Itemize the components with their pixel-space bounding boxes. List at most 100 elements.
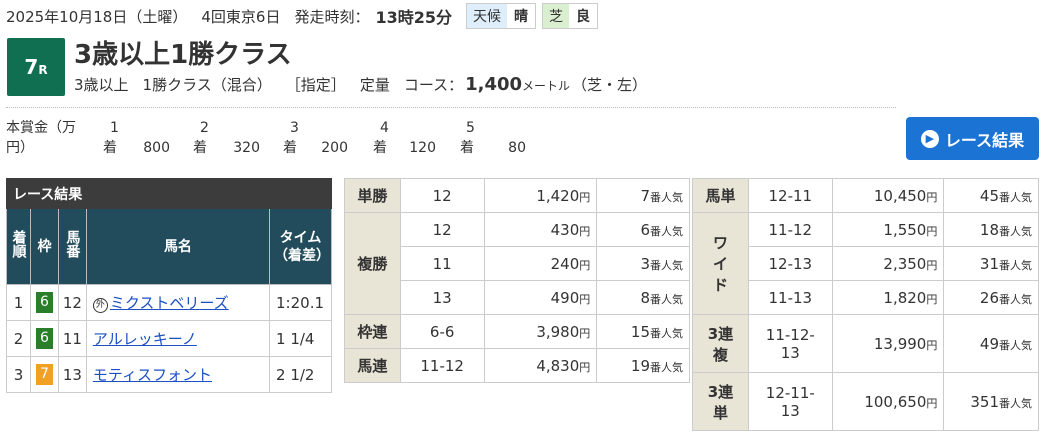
bet-type: 複勝 (344, 212, 401, 315)
race-date: 2025年10月18日（土曜） (6, 7, 188, 26)
yen-unit: 円 (579, 258, 591, 272)
popularity-unit: 番人気 (650, 326, 683, 340)
race-number: 7 (24, 55, 39, 79)
umaban: 12 (57, 284, 87, 321)
horse-name-link[interactable]: モティスフォント (93, 366, 212, 384)
popularity-value: 15 (630, 322, 650, 341)
rank: 2 (6, 320, 31, 357)
amount-value: 2,350 (883, 254, 927, 273)
combination: 11-13 (747, 280, 833, 315)
prize-chaku-2: 着 (193, 140, 207, 156)
col-waku: 枠 (29, 208, 59, 285)
horse-name-link[interactable]: ミクストベリーズ (110, 294, 229, 312)
popularity-value: 31 (979, 254, 999, 273)
popularity: 26番人気 (943, 280, 1039, 315)
prize-rank-5: 5 (466, 120, 475, 136)
yen-unit: 円 (926, 338, 938, 352)
combination: 11-12-13 (747, 314, 833, 373)
bet-type: 馬連 (344, 348, 401, 383)
kaisai: 4回東京6日 (201, 7, 281, 26)
prize-label: 本賞金（万円） (6, 120, 76, 156)
combination: 13 (399, 280, 485, 315)
race-info-line: 2025年10月18日（土曜） 4回東京6日 発走時刻： 13時25分 天候 晴… (6, 3, 604, 29)
yen-unit: 円 (579, 190, 591, 204)
col-umaban-label: 馬番 (64, 230, 81, 258)
yen-unit: 円 (579, 292, 591, 306)
popularity-unit: 番人気 (999, 224, 1032, 238)
combination: 11-12 (747, 212, 833, 247)
start-time-label: 発走時刻： (294, 7, 370, 26)
race-designation: ［指定］ (285, 76, 346, 94)
track-value: 良 (569, 4, 598, 28)
waku-cell: 6 (29, 284, 59, 321)
yen-unit: 円 (579, 326, 591, 340)
course-label: コース： (403, 76, 464, 94)
horse-name-link[interactable]: アルレッキーノ (93, 330, 197, 348)
payout-row: 3連単 12-11-13 100,650円 351番人気 (692, 372, 1039, 431)
race-result-button[interactable]: ▶ レース結果 (906, 117, 1039, 160)
margin: 1 1/4 (269, 320, 332, 357)
popularity-unit: 番人気 (650, 258, 683, 272)
col-rank-label: 着順 (10, 230, 27, 258)
popularity-unit: 番人気 (650, 292, 683, 306)
popularity-value: 26 (979, 288, 999, 307)
race-conditions: 3歳以上 1勝クラス（混合） ［指定］ 定量 コース： 1,400 メートル （… (74, 74, 647, 95)
table-row: 2 6 11 アルレッキーノ 1 1/4 (6, 320, 332, 357)
combination: 12 (399, 178, 485, 213)
popularity: 3番人気 (596, 246, 690, 281)
race-result-button-label: レース結果 (944, 130, 1025, 150)
bet-type: 3連複 (692, 314, 749, 373)
prize-value-2: 320 (233, 140, 260, 156)
combination: 11 (399, 246, 485, 281)
col-rank: 着順 (6, 208, 31, 285)
combination: 12-11-13 (747, 372, 833, 431)
distance-unit: メートル (522, 79, 571, 93)
prize-value-3: 200 (321, 140, 348, 156)
combination: 12-13 (747, 246, 833, 281)
horse-name-cell: 外ミクストベリーズ (85, 284, 271, 321)
payout-amount: 2,350円 (831, 246, 945, 281)
amount-value: 1,420 (536, 186, 580, 205)
umaban: 11 (57, 320, 87, 357)
horse-name-cell: アルレッキーノ (85, 320, 271, 357)
track-condition-badge: 芝 良 (542, 3, 599, 29)
umaban: 13 (57, 356, 87, 393)
waku-badge: 6 (35, 292, 53, 313)
prize-chaku-5: 着 (460, 140, 474, 156)
payout-amount: 4,830円 (483, 348, 598, 383)
popularity-value: 7 (640, 186, 650, 205)
payout-row: 枠連 6-6 3,980円 15番人気 (344, 314, 690, 349)
payout-amount: 1,550円 (831, 212, 945, 247)
race-number-suffix: R (38, 63, 48, 77)
race-time: 1:20.1 (269, 284, 332, 321)
course-type: （芝・左） (572, 76, 648, 94)
yen-unit: 円 (579, 360, 591, 374)
payout-amount: 240円 (483, 246, 598, 281)
result-table: レース結果 着順 枠 馬番 馬名 タイム（着差） 1 6 12 外ミクストベリー… (6, 178, 332, 393)
popularity-unit: 番人気 (650, 190, 683, 204)
popularity-unit: 番人気 (650, 360, 683, 374)
col-time: タイム（着差） (269, 208, 332, 285)
popularity-value: 3 (640, 254, 650, 273)
payout-table-right: 馬単 12-11 10,450円 45番人気 ワイド 11-12 1,550円 … (692, 178, 1039, 431)
col-horse-name: 馬名 (85, 208, 271, 285)
bet-type: 3連単 (692, 372, 749, 431)
payout-amount: 1,820円 (831, 280, 945, 315)
popularity: 31番人気 (943, 246, 1039, 281)
yen-unit: 円 (926, 190, 938, 204)
prize-rank-2: 2 (200, 120, 209, 136)
prize-rank-4: 4 (380, 120, 389, 136)
popularity: 8番人気 (596, 280, 690, 315)
course-info: コース： 1,400 メートル （芝・左） (404, 74, 647, 95)
popularity-unit: 番人気 (650, 224, 683, 238)
bet-type: ワイド (692, 212, 749, 315)
waku-cell: 6 (29, 320, 59, 357)
yen-unit: 円 (579, 224, 591, 238)
payout-amount: 1,420円 (483, 178, 598, 213)
horse-name-cell: モティスフォント (85, 356, 271, 393)
prize-chaku-3: 着 (283, 140, 297, 156)
amount-value: 430 (550, 220, 580, 239)
popularity-unit: 番人気 (999, 258, 1032, 272)
prize-value-5: 80 (508, 140, 526, 156)
weather-badge: 天候 晴 (466, 3, 537, 29)
